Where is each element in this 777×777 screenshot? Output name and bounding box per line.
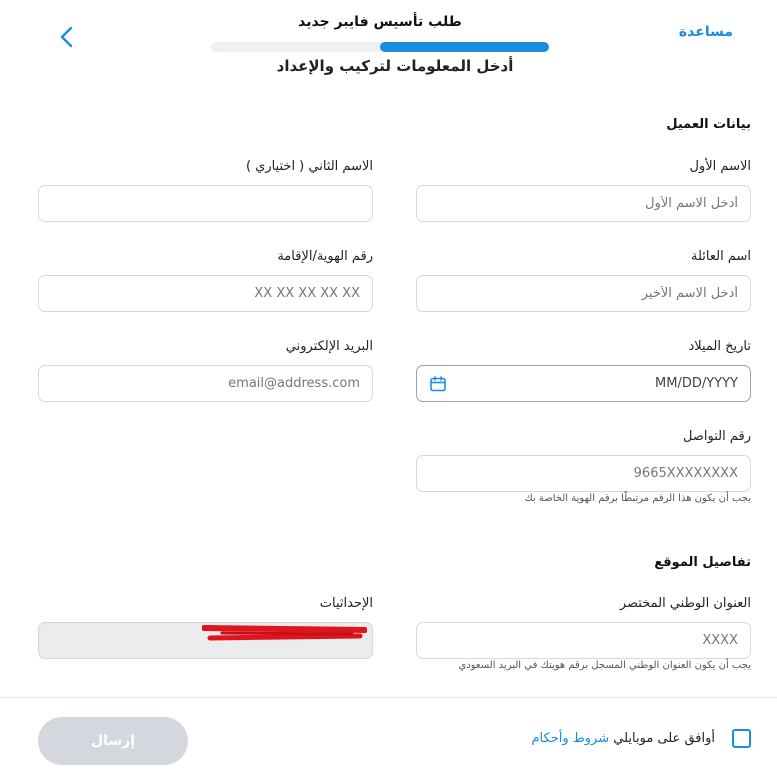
page-subtitle: أدخل المعلومات لتركيب والإعداد (276, 57, 514, 75)
help-link[interactable]: مساعدة (679, 24, 733, 40)
email-label: البريد الإلكتروني (285, 339, 373, 354)
terms-link[interactable]: شروط وأحكام (532, 731, 610, 746)
family-name-label: اسم العائلة (691, 249, 751, 264)
terms-checkbox[interactable] (732, 729, 751, 748)
redaction-mark (202, 625, 367, 641)
customer-section-title: بيانات العميل (666, 117, 751, 132)
footer-divider (0, 697, 777, 698)
id-number-input[interactable] (38, 275, 373, 312)
phone-input[interactable] (416, 455, 751, 492)
phone-label: رقم التواصل (683, 429, 751, 444)
short-address-label: العنوان الوطني المختصر (619, 596, 751, 611)
second-name-input[interactable] (38, 185, 373, 222)
agree-text: أوافق على موبايلي (613, 731, 715, 746)
first-name-label: الاسم الأول (689, 159, 751, 174)
coordinates-label: الإحداثيات (319, 596, 373, 611)
family-name-input[interactable] (416, 275, 751, 312)
submit-button[interactable]: إرسال (38, 717, 188, 765)
calendar-icon[interactable] (429, 375, 447, 393)
chevron-left-icon (60, 26, 73, 48)
birth-date-label: تاريخ الميلاد (688, 339, 751, 354)
second-name-label: الاسم الثاني ( اختياري ) (245, 159, 373, 174)
birth-date-input[interactable]: MM/DD/YYYY (416, 365, 751, 402)
first-name-input[interactable] (416, 185, 751, 222)
back-button[interactable] (52, 22, 82, 52)
location-section-title: تفاصيل الموقع (654, 555, 751, 570)
birth-date-placeholder: MM/DD/YYYY (655, 376, 738, 391)
terms-agreement: أوافق على موبايلي شروط وأحكام (532, 731, 716, 746)
short-address-input[interactable] (416, 622, 751, 659)
email-input[interactable] (38, 365, 373, 402)
id-number-label: رقم الهوية/الإقامة (277, 249, 373, 264)
progress-bar (211, 42, 549, 52)
short-address-hint: يجب أن يكون العنوان الوطني المسجل برقم ه… (458, 660, 751, 671)
progress-fill (380, 42, 549, 52)
phone-hint: يجب أن يكون هذا الرقم مرتبطًا برقم الهوي… (524, 493, 751, 504)
page-title: طلب تأسيس فايبر جديد (298, 14, 462, 30)
